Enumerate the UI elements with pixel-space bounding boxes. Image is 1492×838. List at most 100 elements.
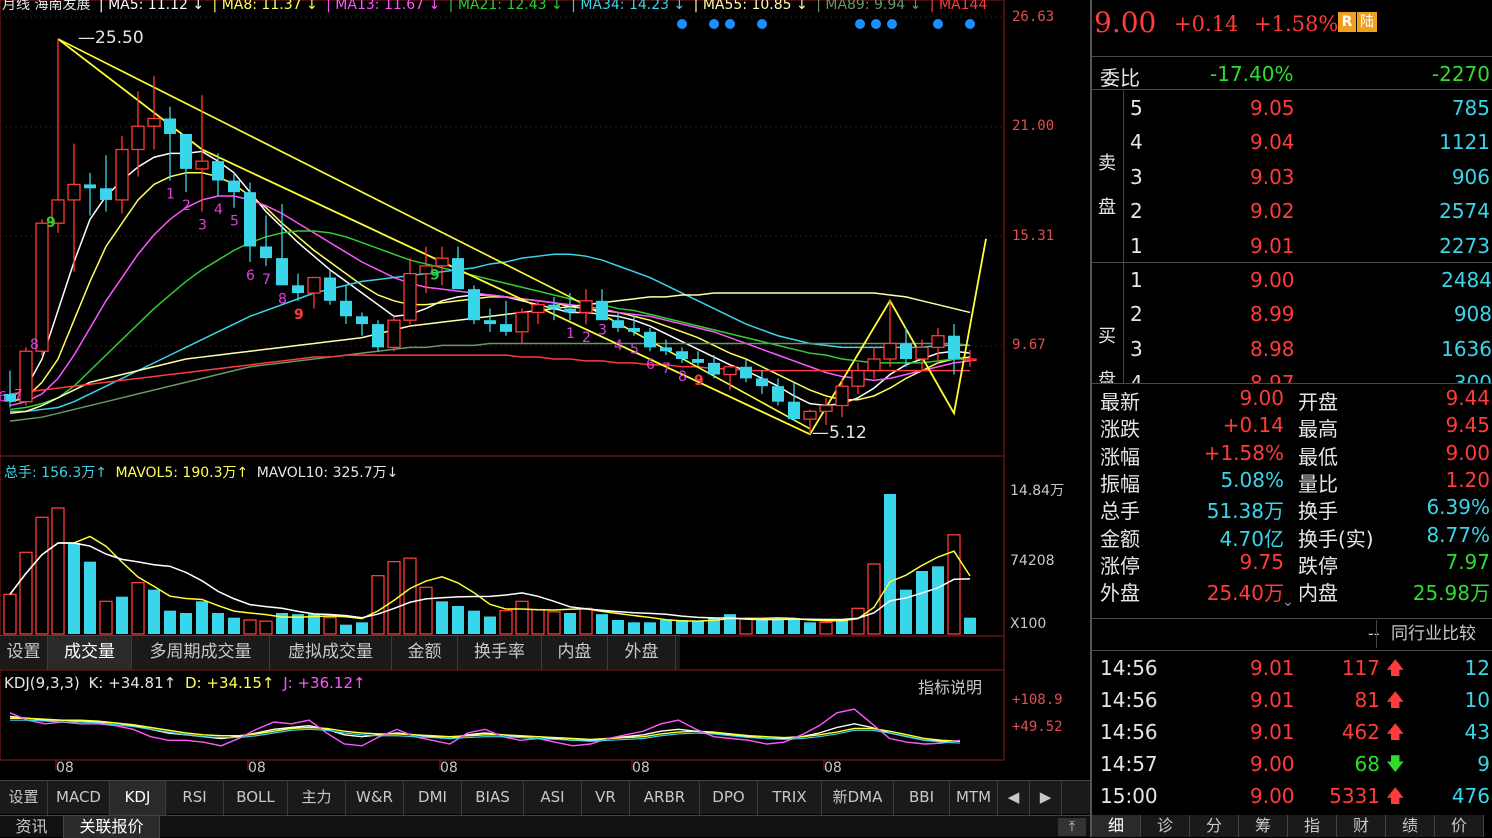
buy-price[interactable]: 9.00 bbox=[1250, 268, 1295, 292]
tab-boll[interactable]: BOLL bbox=[224, 781, 288, 815]
candlestick[interactable] bbox=[180, 133, 192, 193]
candlestick[interactable] bbox=[115, 135, 129, 214]
detail-tab[interactable]: 诊 bbox=[1141, 815, 1190, 837]
volume-bar bbox=[164, 610, 176, 634]
candlestick[interactable] bbox=[740, 358, 752, 383]
ma-legend-item: | MA13: 11.67 ↓ bbox=[321, 0, 441, 13]
stat-value: 9.00 bbox=[1445, 440, 1490, 465]
tab-kdj[interactable]: KDJ bbox=[110, 781, 166, 815]
candlestick[interactable] bbox=[468, 285, 480, 325]
candlestick[interactable] bbox=[948, 324, 960, 375]
tab-mtm[interactable]: MTM bbox=[950, 781, 998, 815]
candlestick[interactable] bbox=[356, 312, 368, 336]
candlestick[interactable] bbox=[579, 289, 593, 325]
detail-tab[interactable]: 财 bbox=[1337, 815, 1386, 837]
candlestick[interactable] bbox=[931, 327, 945, 363]
candlesticks[interactable] bbox=[4, 38, 977, 435]
candlestick[interactable] bbox=[51, 38, 65, 233]
volume-bar bbox=[772, 618, 784, 634]
tab-amount[interactable]: 金额 bbox=[392, 636, 458, 670]
tab-dmi[interactable]: DMI bbox=[404, 781, 462, 815]
detail-tab[interactable]: 分 bbox=[1190, 815, 1239, 837]
candlestick[interactable] bbox=[452, 246, 464, 290]
indicator-explain-link[interactable]: 指标说明 bbox=[918, 674, 982, 698]
candlestick[interactable] bbox=[772, 378, 784, 406]
candlestick[interactable] bbox=[596, 289, 608, 321]
tick-time: 15:00 bbox=[1100, 784, 1158, 808]
candlestick[interactable] bbox=[84, 172, 96, 216]
stat-value: 9.00 bbox=[1239, 386, 1284, 410]
high-value: 25.50 bbox=[95, 28, 144, 48]
candlestick[interactable] bbox=[883, 300, 897, 367]
tab-virtual-volume[interactable]: 虚拟成交量 bbox=[270, 636, 392, 670]
tab-scroll-right[interactable]: ▶ bbox=[1030, 781, 1062, 815]
candlestick[interactable] bbox=[403, 258, 417, 325]
tick-count: 12 bbox=[1464, 656, 1490, 680]
price-axis-label: 9.67 bbox=[1012, 337, 1046, 353]
candlestick[interactable] bbox=[260, 215, 272, 266]
candlestick[interactable] bbox=[835, 378, 849, 418]
candlestick[interactable] bbox=[867, 347, 881, 379]
candlestick[interactable] bbox=[372, 320, 384, 352]
tab-volume[interactable]: 成交量 bbox=[48, 636, 132, 670]
tick-price: 9.01 bbox=[1250, 688, 1295, 712]
tab-bbi[interactable]: BBI bbox=[894, 781, 950, 815]
candlestick[interactable] bbox=[324, 269, 336, 305]
tab-dpo[interactable]: DPO bbox=[700, 781, 758, 815]
volume-bar bbox=[692, 621, 704, 634]
candlestick[interactable] bbox=[788, 382, 800, 422]
td-up-mark: 9 bbox=[430, 267, 440, 283]
tab-news[interactable]: 资讯 bbox=[0, 816, 64, 838]
candlestick[interactable] bbox=[340, 285, 352, 325]
tab-outer-volume[interactable]: 外盘 bbox=[608, 636, 676, 670]
tab-inner-volume[interactable]: 内盘 bbox=[542, 636, 608, 670]
candlestick[interactable] bbox=[531, 300, 545, 325]
buy-price[interactable]: 8.98 bbox=[1250, 337, 1295, 361]
tab-asi[interactable]: ASI bbox=[524, 781, 582, 815]
candlestick[interactable] bbox=[307, 276, 321, 309]
candlestick[interactable] bbox=[244, 182, 256, 263]
buy-price[interactable]: 8.99 bbox=[1250, 302, 1295, 326]
detail-tab[interactable]: 价 bbox=[1435, 815, 1484, 837]
candlestick[interactable] bbox=[484, 308, 496, 332]
tab-multi-period-volume[interactable]: 多周期成交量 bbox=[132, 636, 270, 670]
candlestick[interactable] bbox=[164, 106, 176, 181]
candlestick[interactable] bbox=[500, 300, 512, 336]
scroll-top-button[interactable]: ⤒ bbox=[1058, 818, 1086, 836]
arrow-up-icon: 🡅 bbox=[1386, 690, 1405, 711]
detail-tab[interactable]: 细 bbox=[1092, 815, 1141, 837]
tab-rsi[interactable]: RSI bbox=[166, 781, 224, 815]
candlestick[interactable] bbox=[851, 362, 865, 394]
tab-related-quotes[interactable]: 关联报价 bbox=[64, 816, 160, 838]
detail-tab[interactable]: 筹 bbox=[1239, 815, 1288, 837]
tab-scroll-left[interactable]: ◀ bbox=[998, 781, 1030, 815]
candlestick[interactable] bbox=[515, 308, 529, 344]
industry-compare-button[interactable]: 同行业比较 bbox=[1376, 620, 1490, 648]
candlestick[interactable] bbox=[644, 327, 656, 352]
tab-trix[interactable]: TRIX bbox=[758, 781, 822, 815]
volume-bar bbox=[323, 617, 337, 635]
tab-ind-settings[interactable]: 设置 bbox=[0, 781, 48, 815]
tab-macd[interactable]: MACD bbox=[48, 781, 110, 815]
arrow-down-icon: 🡇 bbox=[1386, 754, 1405, 775]
volume-legend: 总手: 156.3万↑ MAVOL5: 190.3万↑ MAVOL10: 325… bbox=[4, 462, 402, 482]
candlestick[interactable] bbox=[900, 327, 912, 367]
tab-new-dma[interactable]: 新DMA bbox=[822, 781, 894, 815]
tab-bias[interactable]: BIAS bbox=[462, 781, 524, 815]
tab-arbr[interactable]: ARBR bbox=[630, 781, 700, 815]
candlestick[interactable] bbox=[387, 316, 401, 352]
tab-turnover[interactable]: 换手率 bbox=[458, 636, 542, 670]
candlestick[interactable] bbox=[756, 370, 768, 394]
buy-price[interactable]: 8.97 bbox=[1250, 371, 1295, 383]
stat-value: 25.98万 bbox=[1412, 581, 1490, 606]
tab-wr[interactable]: W&R bbox=[346, 781, 404, 815]
expand-chevron-icon[interactable]: ⌄ bbox=[1282, 594, 1294, 610]
tab-vol-settings[interactable]: 设置 bbox=[0, 636, 48, 670]
detail-tab[interactable]: 绩 bbox=[1386, 815, 1435, 837]
td-down-mark: 2 bbox=[182, 198, 191, 214]
candlestick[interactable] bbox=[147, 75, 161, 150]
candlestick[interactable] bbox=[35, 219, 49, 356]
detail-tab[interactable]: 指 bbox=[1288, 815, 1337, 837]
tab-vr[interactable]: VR bbox=[582, 781, 630, 815]
tab-main-force[interactable]: 主力 bbox=[288, 781, 346, 815]
